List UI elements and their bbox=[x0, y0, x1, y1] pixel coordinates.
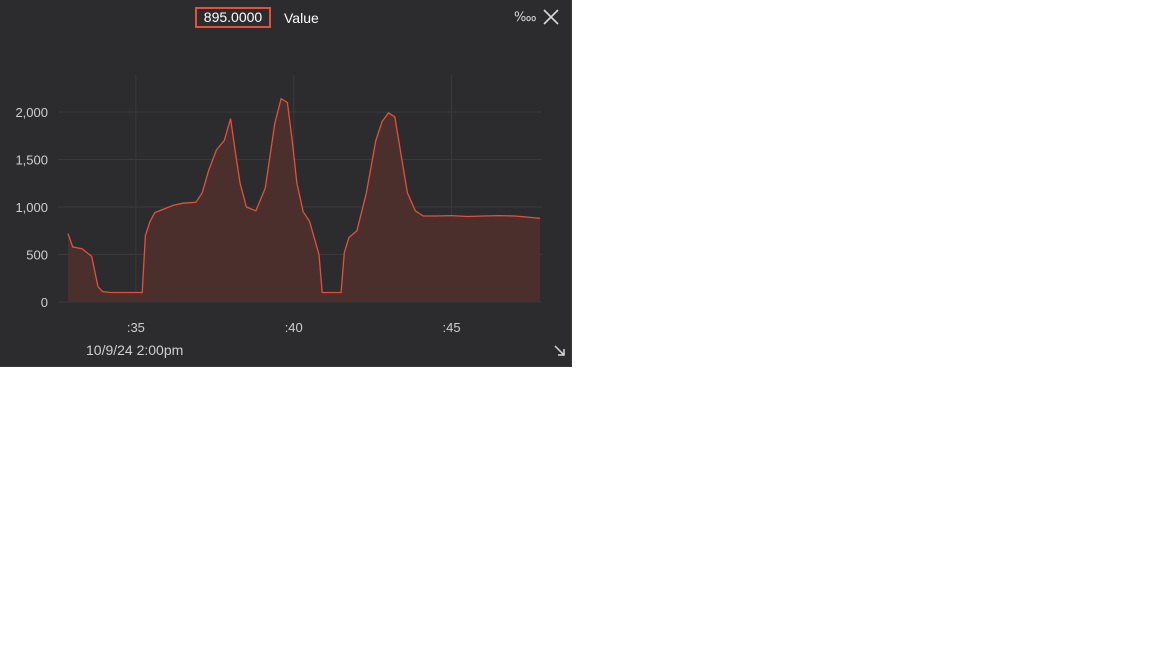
y-tick-label: 2,000 bbox=[15, 105, 48, 120]
y-tick-label: 1,500 bbox=[15, 153, 48, 168]
start-time-label: 10/9/24 2:00pm bbox=[86, 342, 183, 358]
chart: 0 500 1,000 1,500 2,000 :35 :40 :45 10/9/24 2:… bbox=[15, 75, 542, 358]
y-tick-label: 500 bbox=[26, 248, 48, 263]
close-icon[interactable] bbox=[542, 8, 560, 26]
chart-panel: 0 500 1,000 1,500 2,000 :35 :40 :45 10/9/24 2:… bbox=[0, 0, 572, 367]
resize-corner-icon[interactable] bbox=[553, 344, 567, 358]
chart-header: 895.0000 Value ‱ bbox=[0, 0, 572, 36]
series-area-fill bbox=[68, 98, 540, 302]
y-tick-label: 0 bbox=[41, 295, 48, 310]
series-label: Value bbox=[284, 10, 319, 26]
x-tick-label: :40 bbox=[285, 320, 303, 335]
permyriad-toggle[interactable]: ‱ bbox=[514, 9, 537, 25]
y-tick-label: 1,000 bbox=[15, 200, 48, 215]
current-value-box[interactable]: 895.0000 bbox=[195, 7, 271, 28]
x-tick-label: :45 bbox=[443, 320, 461, 335]
x-tick-label: :35 bbox=[127, 320, 145, 335]
